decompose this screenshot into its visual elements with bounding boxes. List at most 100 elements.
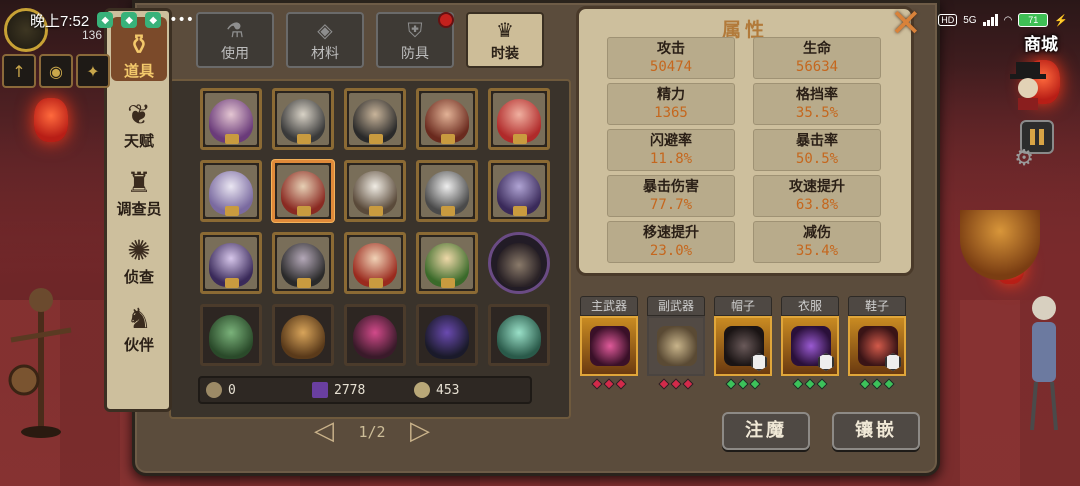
fashion-item[interactable] xyxy=(416,160,478,222)
settings-gear-icon[interactable]: ⚙ xyxy=(1014,146,1034,171)
equip-slot-label: 帽子 xyxy=(714,296,772,316)
equip-slot-label: 鞋子 xyxy=(848,296,906,316)
equip-slot-hat[interactable]: 帽子 xyxy=(714,296,772,390)
side-tab-label: 调查员 xyxy=(116,200,162,218)
next-page-arrow-icon[interactable]: ▷ xyxy=(406,418,434,446)
stat-attack: 攻击 50474 xyxy=(607,37,735,79)
page-indicator: 1/2 xyxy=(358,423,386,441)
stat-crit-rate: 暴击率 50.5% xyxy=(753,129,881,171)
stat-health: 生命 56634 xyxy=(753,37,881,79)
sword-skill-icon[interactable]: ↑ xyxy=(2,54,36,88)
pagination: ◁ 1/2 ▷ xyxy=(310,418,434,446)
side-tab-companion[interactable]: ♞ 伙伴 xyxy=(111,291,167,355)
notification-icon: ◆ xyxy=(145,12,162,28)
stat-value: 63.8% xyxy=(795,197,839,213)
pet-skin-item[interactable] xyxy=(416,304,478,366)
side-tab-label: 道具 xyxy=(123,62,154,80)
fashion-item[interactable] xyxy=(200,160,262,222)
stat-value: 35.4% xyxy=(795,243,839,259)
npc-figure xyxy=(1030,296,1058,431)
currency-coin: 453 xyxy=(414,382,459,398)
status-time: 晚上7:52 xyxy=(30,12,90,30)
skill-bar: ↑ ◉ ✦ xyxy=(2,54,110,88)
equip-slot-off-weapon[interactable]: 副武器 xyxy=(647,296,705,390)
prev-page-arrow-icon[interactable]: ◁ xyxy=(310,418,338,446)
signal-icon xyxy=(982,14,998,26)
main-weapon-icon xyxy=(590,326,630,366)
equip-slot-box[interactable] xyxy=(848,316,906,376)
side-tab-label: 伙伴 xyxy=(123,336,154,354)
equip-slot-box[interactable] xyxy=(714,316,772,376)
fashion-item[interactable] xyxy=(344,88,406,150)
gem-sockets xyxy=(647,378,705,390)
tab-label: 材料 xyxy=(311,46,339,62)
fashion-item[interactable] xyxy=(200,232,262,294)
stat-key: 暴击率 xyxy=(796,133,838,149)
equip-slot-box[interactable] xyxy=(580,316,638,376)
gem-sockets xyxy=(580,378,638,390)
tab-label: 时装 xyxy=(491,46,519,62)
tab-label: 使用 xyxy=(221,46,249,62)
fashion-item[interactable] xyxy=(344,232,406,294)
fashion-item-selected[interactable] xyxy=(272,160,334,222)
equip-slot-clothes[interactable]: 衣服 xyxy=(781,296,839,390)
item-grid xyxy=(198,86,550,368)
lantern xyxy=(34,98,68,142)
stat-value: 1365 xyxy=(654,105,688,121)
eye-skill-icon[interactable]: ◉ xyxy=(39,54,73,88)
scout-icon: ✺ xyxy=(127,234,151,267)
stat-value: 11.8% xyxy=(649,151,693,167)
stat-key: 格挡率 xyxy=(796,87,838,103)
enchant-button[interactable]: 注魔 xyxy=(722,412,810,450)
tab-label: 防具 xyxy=(401,46,429,62)
fashion-item[interactable] xyxy=(272,88,334,150)
weapon-skin-item[interactable] xyxy=(488,232,550,294)
currency-value: 0 xyxy=(228,382,236,398)
stat-dodge-rate: 闪避率 11.8% xyxy=(607,129,735,171)
equip-slot-label: 主武器 xyxy=(580,296,638,316)
stat-attack-speed: 攻速提升 63.8% xyxy=(753,175,881,217)
currency-book: 2778 xyxy=(312,382,365,398)
companion-icon: ♞ xyxy=(126,302,152,335)
training-dummy xyxy=(8,288,72,438)
stat-block-rate: 格挡率 35.5% xyxy=(753,83,881,125)
fashion-item[interactable] xyxy=(344,160,406,222)
pet-skin-item[interactable] xyxy=(272,304,334,366)
stat-key: 生命 xyxy=(803,41,831,57)
shop-keeper-icon[interactable] xyxy=(1008,60,1048,110)
equip-slot-shoes[interactable]: 鞋子 xyxy=(848,296,906,390)
fashion-item[interactable] xyxy=(200,88,262,150)
currency-bar: 0 2778 453 xyxy=(198,376,532,404)
coin-icon xyxy=(414,382,430,398)
stat-damage-reduction: 减伤 35.4% xyxy=(753,221,881,263)
stat-energy: 精力 1365 xyxy=(607,83,735,125)
pet-skin-item[interactable] xyxy=(200,304,262,366)
pet-skin-item[interactable] xyxy=(488,304,550,366)
fashion-item[interactable] xyxy=(488,88,550,150)
charging-icon: ⚡ xyxy=(1054,14,1068,27)
pet-skin-item[interactable] xyxy=(344,304,406,366)
fashion-item[interactable] xyxy=(272,232,334,294)
cauldron xyxy=(960,210,1040,280)
side-tab-investigator[interactable]: ♜ 调查员 xyxy=(111,155,167,219)
book-icon xyxy=(312,382,328,398)
equip-slot-main-weapon[interactable]: 主武器 xyxy=(580,296,638,390)
stat-key: 攻速提升 xyxy=(789,179,845,195)
blade-skill-icon[interactable]: ✦ xyxy=(76,54,110,88)
hd-indicator: HD xyxy=(938,14,958,26)
fashion-item[interactable] xyxy=(416,232,478,294)
fashion-item[interactable] xyxy=(488,160,550,222)
inlay-button[interactable]: 镶嵌 xyxy=(832,412,920,450)
stat-value: 77.7% xyxy=(649,197,693,213)
side-tab-talent[interactable]: ❦ 天赋 xyxy=(111,87,167,151)
side-tab-scout[interactable]: ✺ 侦查 xyxy=(111,223,167,287)
stat-move-speed: 移速提升 23.0% xyxy=(607,221,735,263)
currency-stone: 0 xyxy=(206,382,236,398)
equip-slot-box[interactable] xyxy=(781,316,839,376)
stat-value: 50.5% xyxy=(795,151,839,167)
currency-value: 2778 xyxy=(334,382,366,398)
fashion-item[interactable] xyxy=(416,88,478,150)
investigator-icon: ♜ xyxy=(126,166,152,199)
equip-slot-box[interactable] xyxy=(647,316,705,376)
stat-key: 减伤 xyxy=(803,225,831,241)
